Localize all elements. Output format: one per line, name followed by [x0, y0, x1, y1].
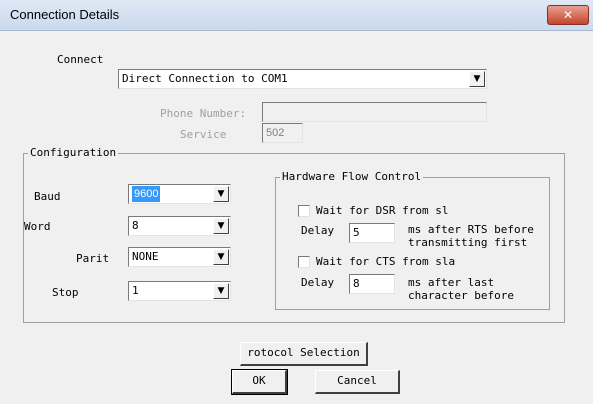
- delay-1-desc-line2: transmitting first: [408, 236, 528, 249]
- connect-label: Connect: [57, 53, 104, 66]
- service-label: Service: [180, 128, 227, 141]
- hardware-flow-control-legend: Hardware Flow Control: [280, 170, 424, 183]
- wait-dsr-label: Wait for DSR from sl: [316, 204, 449, 217]
- parity-value: NONE: [132, 250, 159, 263]
- delay-2-desc-line2: character before: [408, 289, 514, 302]
- baud-label: Baud: [34, 190, 61, 203]
- configuration-legend: Configuration: [28, 146, 119, 159]
- delay-2-desc-line1: ms after last: [408, 276, 495, 289]
- service-field[interactable]: 502: [262, 123, 303, 143]
- delay-1-field[interactable]: 5: [349, 223, 395, 243]
- word-combobox[interactable]: 8 ▼: [128, 216, 231, 236]
- word-label: Word: [24, 220, 51, 233]
- stop-label: Stop: [52, 286, 79, 299]
- close-icon: ✕: [562, 8, 574, 22]
- chevron-down-icon[interactable]: ▼: [213, 283, 229, 299]
- delay-1-desc-line1: ms after RTS before: [408, 223, 534, 236]
- stop-combobox[interactable]: 1 ▼: [128, 281, 231, 301]
- delay-1-label: Delay: [301, 224, 335, 237]
- wait-dsr-checkbox[interactable]: [298, 205, 310, 217]
- delay-2-field[interactable]: 8: [349, 274, 395, 294]
- window-title: Connection Details: [10, 7, 120, 22]
- chevron-down-icon[interactable]: ▼: [213, 218, 229, 234]
- connect-combobox[interactable]: Direct Connection to COM1 ▼: [118, 69, 487, 89]
- phone-number-label: Phone Number:: [160, 107, 247, 120]
- cancel-button[interactable]: Cancel: [315, 370, 400, 394]
- wait-cts-label: Wait for CTS from sla: [316, 255, 456, 268]
- baud-value: 9600: [132, 186, 161, 202]
- close-button[interactable]: ✕: [547, 5, 589, 25]
- delay-2-label: Delay: [301, 276, 335, 289]
- ok-button[interactable]: OK: [231, 369, 288, 395]
- chevron-down-icon[interactable]: ▼: [213, 249, 229, 265]
- wait-cts-checkbox[interactable]: [298, 256, 310, 268]
- parity-combobox[interactable]: NONE ▼: [128, 247, 231, 267]
- baud-combobox[interactable]: 9600 ▼: [128, 184, 231, 204]
- chevron-down-icon[interactable]: ▼: [469, 71, 485, 87]
- connection-details-dialog: Connection Details ✕ Connect Direct Conn…: [0, 0, 593, 404]
- parity-label: Parit: [76, 252, 110, 265]
- stop-value: 1: [132, 284, 139, 297]
- connect-value: Direct Connection to COM1: [122, 72, 288, 85]
- title-bar[interactable]: Connection Details ✕: [0, 0, 593, 31]
- protocol-selection-button[interactable]: rotocol Selection: [240, 342, 368, 366]
- phone-number-field[interactable]: [262, 102, 487, 122]
- word-value: 8: [132, 219, 139, 232]
- chevron-down-icon[interactable]: ▼: [213, 186, 229, 202]
